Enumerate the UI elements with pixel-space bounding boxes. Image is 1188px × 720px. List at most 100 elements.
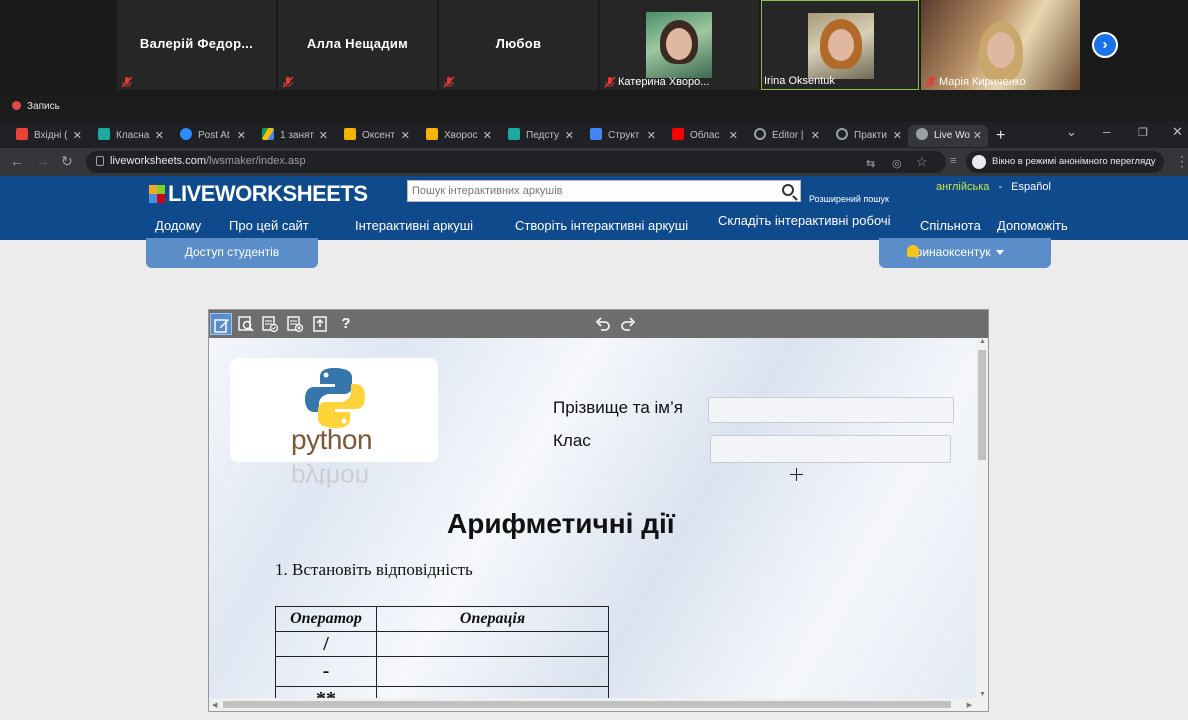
incognito-indicator[interactable]: Вікно в режимі анонімного перегляду [966,151,1164,173]
bookmark-star-icon[interactable]: ☆ [916,154,928,170]
horizontal-scrollbar[interactable]: ◀ ▶ [209,698,988,711]
operation-cell [376,686,609,698]
close-tab-icon[interactable]: ✕ [155,125,164,147]
browser-tab[interactable]: 1 занят ✕ [254,125,334,147]
search-icon[interactable] [782,184,794,196]
vertical-scrollbar[interactable]: ▲ ▼ [976,338,988,698]
site-logo[interactable]: LIVEWORKSHEETS [149,181,368,207]
edit-mode-icon[interactable] [210,313,232,335]
browser-tab[interactable]: Editor | ✕ [746,125,826,147]
close-tab-icon[interactable]: ✕ [319,125,328,147]
operation-cell [376,656,609,687]
close-tab-icon[interactable]: ✕ [811,125,820,147]
close-tab-icon[interactable]: ✕ [401,125,410,147]
redo-icon[interactable] [617,313,639,335]
browser-tab-active[interactable]: Live Wo ✕ [908,125,988,147]
help-icon[interactable]: ? [335,313,357,335]
participant-tile[interactable]: Алла Нещадим [278,0,437,90]
browser-tab[interactable]: Облаc ✕ [664,125,744,147]
worksheet-canvas[interactable]: python python Прізвище та ім’я Клас Ариф… [209,338,976,698]
student-access-button[interactable]: Доступ студентів [146,238,318,268]
browser-tab[interactable]: Хворос ✕ [418,125,498,147]
lang-spanish-link[interactable]: Español [1011,181,1051,193]
browser-tab[interactable]: Post At ✕ [172,125,252,147]
scroll-right-icon[interactable]: ▶ [967,701,972,709]
close-tab-icon[interactable]: ✕ [973,125,982,147]
browser-tab[interactable]: Структ ✕ [582,125,662,147]
scroll-up-icon[interactable]: ▲ [979,338,986,345]
tab-label: Хворос [444,130,478,141]
browser-tab[interactable]: Класна ✕ [90,125,170,147]
tab-label: Оксент [362,130,395,141]
scroll-down-icon[interactable]: ▼ [979,691,986,698]
translate-icon[interactable]: ⇆ [866,157,875,170]
nav-make-workbooks[interactable]: Складіть інтерактивні робочі [718,213,891,231]
close-tab-icon[interactable]: ✕ [647,125,656,147]
advanced-search-link[interactable]: Розширений пошук [809,194,889,204]
scrollbar-thumb[interactable] [978,350,986,460]
browser-tab[interactable]: Педсту ✕ [500,125,580,147]
close-tab-icon[interactable]: ✕ [73,125,82,147]
preview-icon[interactable] [235,313,257,335]
back-icon[interactable]: ← [10,153,24,169]
reading-list-icon[interactable]: ≡ [950,155,956,167]
participant-name: Irina Oksentuk [764,75,835,87]
nav-create-worksheets[interactable]: Створіть інтерактивні аркуші [515,218,688,233]
incognito-label: Вікно в режимі анонімного перегляду [992,156,1156,167]
restore-icon[interactable]: ❐ [1138,126,1148,139]
class-textbox[interactable] [710,435,951,463]
browser-menu-icon[interactable]: ⋮ [1175,153,1188,170]
participant-tile[interactable]: Любов [439,0,598,90]
participant-tile[interactable]: Валерій Федор... [117,0,276,90]
forward-icon[interactable]: → [36,153,50,169]
table-row: ** [275,686,609,698]
user-menu-button[interactable]: іринаоксентук [879,238,1051,268]
tab-search-icon[interactable]: ⌄ [1066,124,1077,140]
site-icon [754,128,766,140]
close-tab-icon[interactable]: ✕ [483,125,492,147]
close-tab-icon[interactable]: ✕ [893,125,902,147]
upload-icon[interactable] [309,313,331,335]
nav-home[interactable]: Додому [155,218,201,233]
tab-label: Облаc [690,130,720,141]
close-tab-icon[interactable]: ✕ [565,125,574,147]
worksheet-search-input[interactable]: Пошук інтерактивних аркушів [407,180,801,202]
url-path: /lwsmaker/index.asp [205,155,306,167]
scrollbar-thumb[interactable] [223,701,951,708]
new-tab-button[interactable]: + [996,125,1014,147]
close-tab-icon[interactable]: ✕ [729,125,738,147]
participant-tile[interactable]: Марія Кириченко [921,0,1080,90]
browser-tab[interactable]: Вхідні (✕ [8,125,88,147]
participant-tile-active-speaker[interactable]: Irina Oksentuk [761,0,919,90]
lang-english-link[interactable]: англійська [936,181,989,193]
editor-toolbar: ? [209,310,988,338]
nav-worksheets[interactable]: Інтерактивні аркуші [355,218,473,233]
nav-community[interactable]: Спільнота [920,218,981,233]
tab-label: Editor | [772,130,804,141]
browser-tab[interactable]: Практи ✕ [828,125,908,147]
name-textbox[interactable] [708,397,954,423]
browser-toolbar: ← → ↻ liveworksheets.com/lwsmaker/index.… [0,148,1188,176]
undo-icon[interactable] [592,313,614,335]
browser-tab[interactable]: Оксент ✕ [336,125,416,147]
nav-about[interactable]: Про цей сайт [229,218,309,233]
minimize-icon[interactable]: – [1103,124,1110,139]
nav-help[interactable]: Допоможіть [997,218,1068,233]
worksheet-heading: Арифметичні дії [447,508,675,539]
eye-off-icon[interactable]: ◎ [892,157,902,170]
record-icon [12,101,21,110]
participant-name: Марія Кириченко [939,76,1026,88]
save-worksheet-icon[interactable] [259,313,281,335]
liveworksheets-page: LIVEWORKSHEETS Пошук інтерактивних аркуш… [0,176,1188,720]
scroll-left-icon[interactable]: ◀ [212,701,217,709]
next-page-button[interactable]: › [1092,32,1118,58]
bell-icon[interactable] [907,245,919,257]
table-header: Оператор [275,606,377,632]
address-bar[interactable]: liveworksheets.com/lwsmaker/index.asp ⇆ … [86,151,946,173]
reload-icon[interactable]: ↻ [61,153,73,170]
lock-icon [96,156,104,166]
delete-worksheet-icon[interactable] [284,313,306,335]
participant-tile[interactable]: Катерина Хворо... [600,0,759,90]
close-tab-icon[interactable]: ✕ [237,125,246,147]
close-window-icon[interactable]: ✕ [1172,124,1183,140]
